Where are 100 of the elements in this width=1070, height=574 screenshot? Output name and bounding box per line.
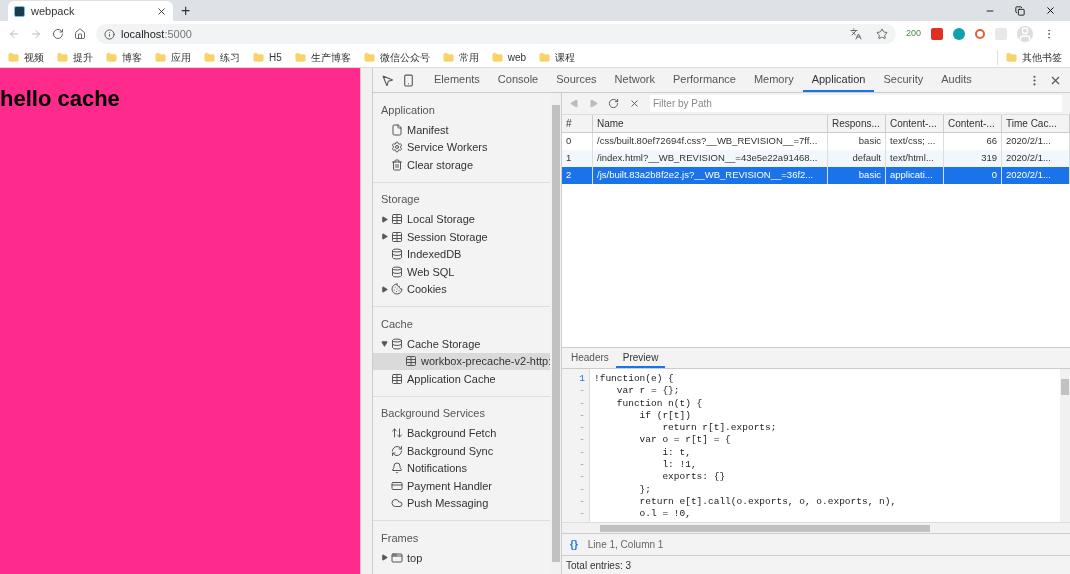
devtools-tab[interactable]: Elements [425,68,489,92]
address-field[interactable]: localhost:5000 [96,24,896,44]
expand-triangle-icon[interactable] [381,215,388,223]
table-row[interactable]: 1 /index.html?__WB_REVISION__=43e5e22a91468... default text/html... 319 2020/2/1... [562,150,1070,167]
bookmark[interactable]: 课程 [539,49,576,65]
sidebar-item[interactable]: Session Storage [373,228,550,246]
horizontal-scrollbar[interactable] [562,522,1070,533]
table-cell: 0 [944,167,1002,184]
section-title: Storage [380,192,421,208]
line-number: - [579,409,585,423]
folder-icon [8,51,19,63]
table-cell: basic [828,167,886,184]
devtools-tab[interactable]: Memory [744,68,803,92]
sidebar-item[interactable]: Local Storage [373,210,550,228]
sidebar-item[interactable]: Application Cache [373,370,550,388]
inspect-icon[interactable] [381,73,394,87]
browser-tab[interactable]: webpack [8,1,173,21]
page-scrollbar[interactable] [360,68,372,574]
devtools-tab[interactable]: Sources [547,68,606,92]
info-icon[interactable] [104,28,115,40]
expand-triangle-icon[interactable] [381,554,388,562]
devtools-tab[interactable]: Audits [932,68,981,92]
bookmark[interactable]: web [491,49,527,65]
preview-tab[interactable]: Headers [564,348,616,368]
column-header[interactable]: Time Cac... [1002,115,1070,132]
pretty-print-button[interactable]: {} [570,537,578,552]
sidebar-item[interactable]: Web SQL [373,263,550,281]
code-line: return r[t].exports; [661,422,778,435]
bookmark[interactable]: 常用 [442,49,479,65]
column-header[interactable]: Content-... [886,115,944,132]
star-icon[interactable] [876,28,888,40]
sidebar-item[interactable]: Background Fetch [373,424,550,442]
close-icon[interactable] [1045,5,1056,16]
devtools-tab[interactable]: Performance [663,68,745,92]
reload-icon[interactable] [52,28,64,40]
bookmark[interactable]: 练习 [204,49,240,65]
sidebar-item[interactable]: Payment Handler [373,477,550,495]
code-line: o.l = !0, [638,508,692,521]
extension-badge[interactable]: 200 [906,27,922,41]
database-icon [391,337,403,350]
restore-icon[interactable] [1015,5,1025,16]
sidebar-item[interactable]: workbox-precache-v2-http: [373,352,550,370]
trash-icon [391,158,403,171]
expand-triangle-icon[interactable] [381,285,388,293]
sidebar-item[interactable]: Cookies [373,280,550,298]
close-icon[interactable] [156,5,167,17]
new-tab-button[interactable]: + [181,3,191,19]
column-header[interactable]: Content-... [944,115,1002,132]
bookmark[interactable]: 应用 [155,49,191,65]
column-header[interactable]: Respons... [828,115,886,132]
cursor-position: Line 1, Column 1 [587,538,664,552]
bookmark[interactable]: 视频 [8,49,44,65]
sidebar-item[interactable]: Service Workers [373,138,550,156]
section-title: Application [380,102,436,118]
sidebar-item[interactable]: Notifications [373,459,550,477]
delete-icon[interactable] [629,98,640,109]
extension-icon[interactable] [931,28,944,40]
bookmark[interactable]: 生产博客 [294,49,351,65]
sidebar-item[interactable]: Manifest [373,121,550,139]
folder-icon [106,51,117,63]
sidebar-item[interactable]: Background Sync [373,442,550,460]
database-icon [391,265,403,278]
extension-icon[interactable] [975,29,986,39]
devtools-tab[interactable]: Console [488,68,548,92]
column-header[interactable]: Name [593,115,828,132]
code-scrollbar[interactable] [1060,369,1070,522]
file-icon [391,123,403,136]
column-header[interactable]: # [562,115,593,132]
window-icon [391,551,403,564]
table-row[interactable]: 2 /js/built.83a2b8f2e2.js?__WB_REVISION__=36f2... basic applicati... 0 2020/2/1... [562,167,1070,184]
cloud-icon [391,497,403,510]
bookmark[interactable]: H5 [253,49,282,65]
extension-icon[interactable] [953,28,966,40]
filter-field[interactable]: Filter by Path [650,95,1062,112]
line-number: - [579,446,585,460]
collapse-triangle-icon[interactable] [381,340,388,348]
bookmark[interactable]: 提升 [57,49,93,65]
bookmark[interactable]: 微信公众号 [363,49,430,65]
home-icon[interactable] [74,28,86,40]
line-number: - [579,422,585,435]
sidebar-item[interactable]: Push Messaging [373,494,550,512]
expand-triangle-icon[interactable] [381,233,388,241]
webpack-icon [14,5,25,17]
bookmark[interactable]: 其他书签 [997,49,1062,65]
refresh-icon[interactable] [608,98,619,109]
device-icon[interactable] [402,73,415,87]
folder-icon [491,51,503,63]
sidebar-item[interactable]: top [373,549,550,567]
devtools-tab[interactable]: Application [802,68,875,92]
grid-icon [391,372,403,385]
table-cell: applicati... [886,167,944,184]
grid-icon [391,230,403,243]
devtools-tab[interactable]: Network [605,68,664,92]
folder-icon [57,51,68,63]
translate-icon[interactable] [850,28,862,40]
sidebar-item[interactable]: Clear storage [373,156,550,174]
sidebar-item[interactable]: IndexedDB [373,245,550,263]
bookmark[interactable]: 博客 [106,49,142,65]
sidebar-item[interactable]: Cache Storage [373,335,550,353]
devtools-tab[interactable]: Security [874,68,933,92]
